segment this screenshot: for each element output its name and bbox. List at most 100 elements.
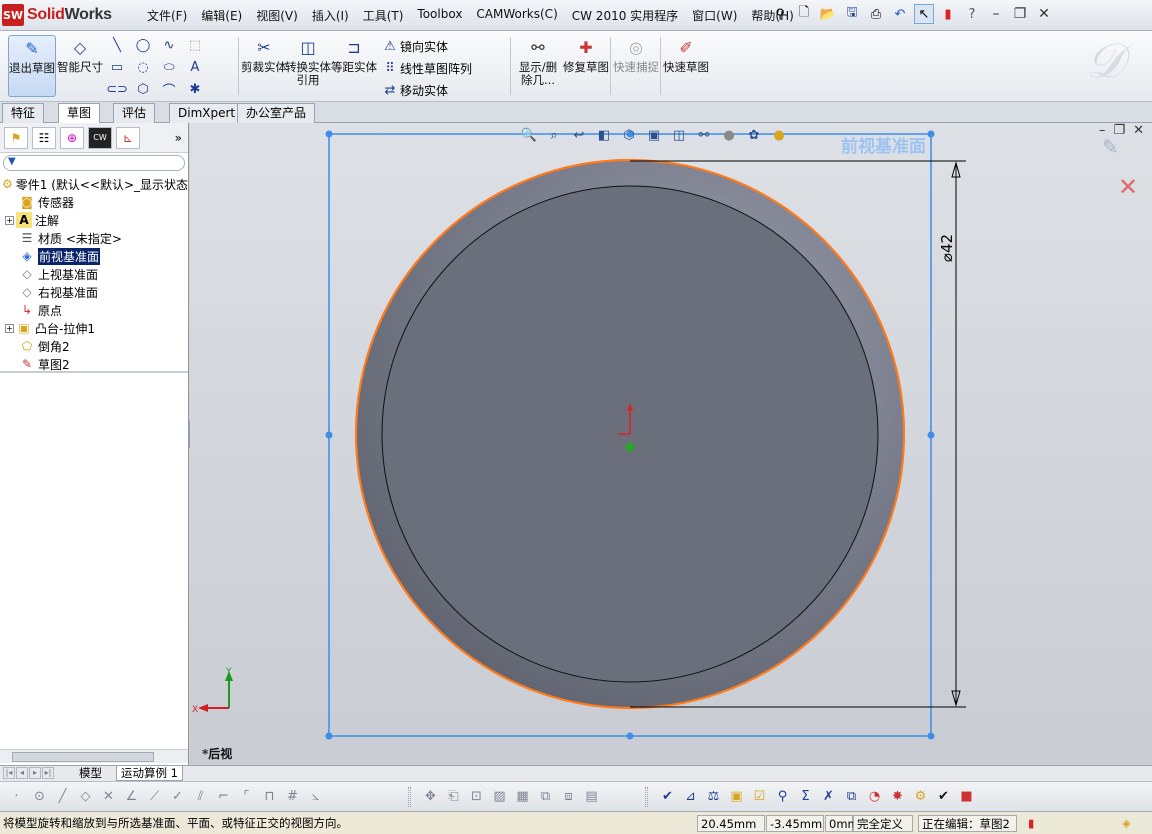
point-icon[interactable]: ✱ <box>185 79 205 99</box>
trim-tool-icon[interactable]: ✕ <box>98 786 119 807</box>
convert-entities-button[interactable]: ◫ 转换实体引用 <box>284 35 332 97</box>
copy-tool-icon[interactable]: ⧉ <box>535 786 556 807</box>
tree-item-front-plane[interactable]: ◈ 前视基准面 <box>0 247 188 265</box>
tab-dimxpert[interactable]: DimXpert <box>169 103 245 123</box>
circle-icon[interactable]: ◯ <box>133 35 153 55</box>
solidworks-logo[interactable]: SW SolidWorks <box>2 3 112 27</box>
fillet-icon[interactable]: ⌒ <box>159 79 179 99</box>
property-manager-tab-icon[interactable]: ☷ <box>32 126 56 149</box>
toolbox-icon[interactable]: ✸ <box>887 786 908 807</box>
performance-icon[interactable]: ◔ <box>864 786 885 807</box>
rapid-sketch-button[interactable]: ✐ 快速草图 <box>662 35 710 97</box>
repair-sketch-button[interactable]: ✚ 修复草图 <box>562 35 610 97</box>
next-tab-icon[interactable]: ▸ <box>29 767 41 779</box>
section-properties-icon[interactable]: ▣ <box>726 786 747 807</box>
horizontal-scrollbar[interactable] <box>0 749 188 763</box>
pin-icon[interactable]: ⚲ <box>770 4 790 24</box>
camworks-tab-icon[interactable]: CW <box>88 126 112 149</box>
restore-window-icon[interactable]: ❐ <box>1010 6 1030 22</box>
menu-cw-utilities[interactable]: CW 2010 实用程序 <box>565 7 685 24</box>
tree-item-material[interactable]: ☰ 材质 <未指定> <box>0 229 188 247</box>
menu-edit[interactable]: 编辑(E) <box>194 7 249 24</box>
print-icon[interactable]: ⎙ <box>866 4 886 24</box>
circle-tool-icon[interactable]: ⊙ <box>29 786 50 807</box>
check-tool-icon[interactable]: ✓ <box>167 786 188 807</box>
point-tool-icon[interactable]: · <box>6 786 27 807</box>
expand-icon[interactable]: + <box>5 215 14 225</box>
feature-filter[interactable]: ▼ <box>3 155 185 171</box>
corner-tool-icon[interactable]: ⌐ <box>213 786 234 807</box>
equations-icon[interactable]: Σ <box>795 786 816 807</box>
display-relations-icon[interactable]: ⧉ <box>841 786 862 807</box>
dotted-corner-icon[interactable]: ⌜ <box>236 786 257 807</box>
display-style-icon[interactable]: ▣ <box>643 125 665 145</box>
model-viewport[interactable]: 前视基准面 ⌀42 Y X <box>190 123 1152 765</box>
rebuild-icon[interactable]: ▮ <box>938 4 958 24</box>
new-document-icon[interactable]: 🗋 <box>794 4 814 24</box>
fix-relations-icon[interactable]: ✗ <box>818 786 839 807</box>
tree-item-right-plane[interactable]: ◇ 右视基准面 <box>0 283 188 301</box>
apply-scene-icon[interactable]: ● <box>768 125 790 145</box>
previous-view-icon[interactable]: ↩ <box>568 125 590 145</box>
dimxpert-tab-icon[interactable]: ⊾ <box>116 126 140 149</box>
tree-root-part[interactable]: ⚙ 零件1 (默认<<默认>_显示状态 <box>0 175 188 193</box>
first-tab-icon[interactable]: |◂ <box>3 767 15 779</box>
tree-item-chamfer[interactable]: ⬠ 倒角2 <box>0 337 188 355</box>
polygon-icon[interactable]: ⬡ <box>133 79 153 99</box>
menu-file[interactable]: 文件(F) <box>140 7 194 24</box>
angle-tool-icon[interactable]: ∠ <box>121 786 142 807</box>
mirror-entities-button[interactable]: ⚠ 镜向实体 <box>380 35 472 57</box>
mass-properties-icon[interactable]: ⚖ <box>703 786 724 807</box>
block-tool-icon[interactable]: ▤ <box>581 786 602 807</box>
angle-dimension-icon[interactable]: ⦣ <box>305 786 326 807</box>
undo-icon[interactable]: ↶ <box>890 4 910 24</box>
tab-model[interactable]: 模型 <box>75 766 106 781</box>
dimension-tool-icon[interactable]: ⊓ <box>259 786 280 807</box>
ellipse-icon[interactable]: ⬭ <box>159 57 179 77</box>
menu-view[interactable]: 视图(V) <box>249 7 305 24</box>
minimize-window-icon[interactable]: – <box>986 6 1006 22</box>
close-window-icon[interactable]: ✕ <box>1034 6 1054 22</box>
expand-icon[interactable]: + <box>5 323 14 333</box>
sensor-tool-icon[interactable]: ⚲ <box>772 786 793 807</box>
edit-appearance-icon[interactable]: ⚯ <box>693 125 715 145</box>
menu-camworks[interactable]: CAMWorks(C) <box>469 7 564 24</box>
tree-item-boss-extrude[interactable]: + ▣ 凸台-拉伸1 <box>0 319 188 337</box>
configuration-manager-tab-icon[interactable]: ⊕ <box>60 126 84 149</box>
tab-office-products[interactable]: 办公室产品 <box>237 103 316 123</box>
exit-sketch-button[interactable]: ✎ 退出草图 <box>8 35 56 97</box>
line-tool-icon[interactable]: ╱ <box>52 786 73 807</box>
view-settings-icon[interactable]: ✿ <box>743 125 765 145</box>
rebuild-status-icon[interactable]: ▮ <box>1028 815 1034 832</box>
rectangle-icon[interactable]: ▭ <box>107 57 127 77</box>
grid-tool-icon[interactable]: # <box>282 786 303 807</box>
tree-item-top-plane[interactable]: ◇ 上视基准面 <box>0 265 188 283</box>
tree-item-annotations[interactable]: + A 注解 <box>0 211 188 229</box>
tab-features[interactable]: 特征 <box>2 103 45 123</box>
diameter-dimension-text[interactable]: ⌀42 <box>938 234 956 262</box>
frame-tool-icon[interactable]: ▦ <box>512 786 533 807</box>
cancel-x-icon[interactable]: ✕ <box>1118 173 1138 201</box>
polygon-tool-icon[interactable]: ◇ <box>75 786 96 807</box>
spell-check-icon[interactable]: ✔ <box>657 786 678 807</box>
open-folder-icon[interactable]: 📂 <box>818 4 838 24</box>
menu-insert[interactable]: 插入(I) <box>305 7 356 24</box>
text-icon[interactable]: A <box>185 57 205 77</box>
tab-evaluate[interactable]: 评估 <box>113 103 156 123</box>
prev-tab-icon[interactable]: ◂ <box>16 767 28 779</box>
confirm-sketch-icon[interactable]: ✎ <box>1102 135 1119 159</box>
zoom-to-area-icon[interactable]: ⌕ <box>543 125 565 145</box>
zoom-to-fit-icon[interactable]: 🔍 <box>518 125 540 145</box>
scrollbar-thumb[interactable] <box>12 752 154 762</box>
arc-icon[interactable]: ◌ <box>133 57 153 77</box>
line-icon[interactable]: ╲ <box>107 35 127 55</box>
pattern-tool-icon[interactable]: ⧈ <box>558 786 579 807</box>
measure-icon[interactable]: ⊿ <box>680 786 701 807</box>
graphics-area[interactable]: 前视基准面 ⌀42 Y X 🔍 ⌕ ↩ ◧ ⬡ ▣ ◫ ⚯ ● ✿ ● – ❐ … <box>190 123 1152 765</box>
scene-icon[interactable]: ● <box>718 125 740 145</box>
hide-show-items-icon[interactable]: ◫ <box>668 125 690 145</box>
gear-settings-icon[interactable]: ⚙ <box>910 786 931 807</box>
check-sketch-icon[interactable]: ☑ <box>749 786 770 807</box>
dotted-rect-icon[interactable]: ⬚ <box>185 35 205 55</box>
tree-item-origin[interactable]: ↳ 原点 <box>0 301 188 319</box>
